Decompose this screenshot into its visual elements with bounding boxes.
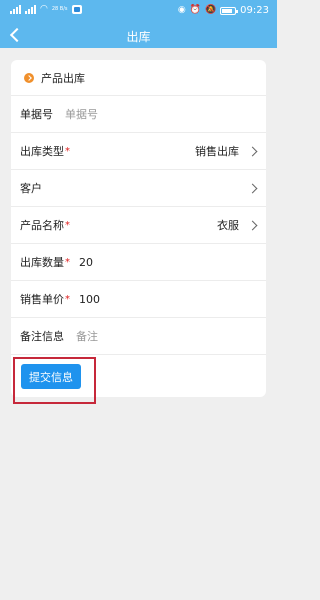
app-notification-icon	[71, 5, 82, 14]
status-left: ◠ 28 B/s	[10, 5, 82, 14]
quantity-label: 出库数量	[20, 256, 64, 269]
nav-bar: 出库	[0, 22, 277, 48]
required-mark: *	[65, 219, 70, 231]
remark-input[interactable]	[76, 329, 196, 343]
order-no-row: 单据号	[11, 95, 266, 132]
required-mark: *	[65, 293, 70, 305]
product-name-label: 产品名称	[20, 219, 64, 232]
signal-icon	[25, 5, 36, 14]
quantity-row: 出库数量 *	[11, 243, 266, 280]
section-header: 产品出库	[11, 60, 266, 95]
remark-label: 备注信息	[20, 330, 64, 343]
chevron-right-icon	[247, 146, 258, 156]
unit-price-input[interactable]	[79, 292, 199, 306]
quantity-input[interactable]	[79, 255, 199, 269]
section-arrow-icon	[24, 72, 34, 83]
page-title: 出库	[126, 30, 151, 44]
outbound-type-label: 出库类型	[20, 145, 64, 158]
chevron-right-icon	[247, 220, 258, 230]
remark-row: 备注信息	[11, 317, 266, 354]
alarm-icon: ⏰	[189, 5, 201, 15]
product-name-value: 衣服	[217, 219, 239, 232]
order-no-input[interactable]	[65, 107, 185, 121]
status-bar: ◠ 28 B/s ◉ ⏰ 🔕 09:23	[0, 0, 277, 22]
network-speed: 28 B/s	[51, 6, 68, 12]
clock: 09:23	[240, 5, 269, 16]
product-outbound-form: 产品出库 单据号 出库类型 * 销售出库 客户 产品名称 * 衣服 出库数量 *…	[11, 60, 266, 397]
order-no-label: 单据号	[20, 108, 53, 121]
unit-price-row: 销售单价 *	[11, 280, 266, 317]
eye-icon: ◉	[177, 5, 186, 15]
unit-price-label: 销售单价	[20, 293, 64, 306]
customer-row[interactable]: 客户	[11, 169, 266, 206]
bell-off-icon: 🔕	[204, 5, 217, 15]
customer-label: 客户	[20, 182, 42, 195]
signal-icon	[10, 5, 21, 14]
product-name-row[interactable]: 产品名称 * 衣服	[11, 206, 266, 243]
required-mark: *	[65, 145, 70, 157]
wifi-icon: ◠	[40, 4, 48, 14]
battery-icon	[220, 6, 239, 15]
outbound-type-value: 销售出库	[195, 145, 239, 158]
chevron-right-icon	[247, 183, 258, 193]
required-mark: *	[65, 256, 70, 268]
status-right: ◉ ⏰ 🔕 09:23	[178, 5, 269, 16]
outbound-type-row[interactable]: 出库类型 * 销售出库	[11, 132, 266, 169]
section-title: 产品出库	[41, 71, 85, 85]
annotation-highlight-box	[13, 357, 96, 404]
